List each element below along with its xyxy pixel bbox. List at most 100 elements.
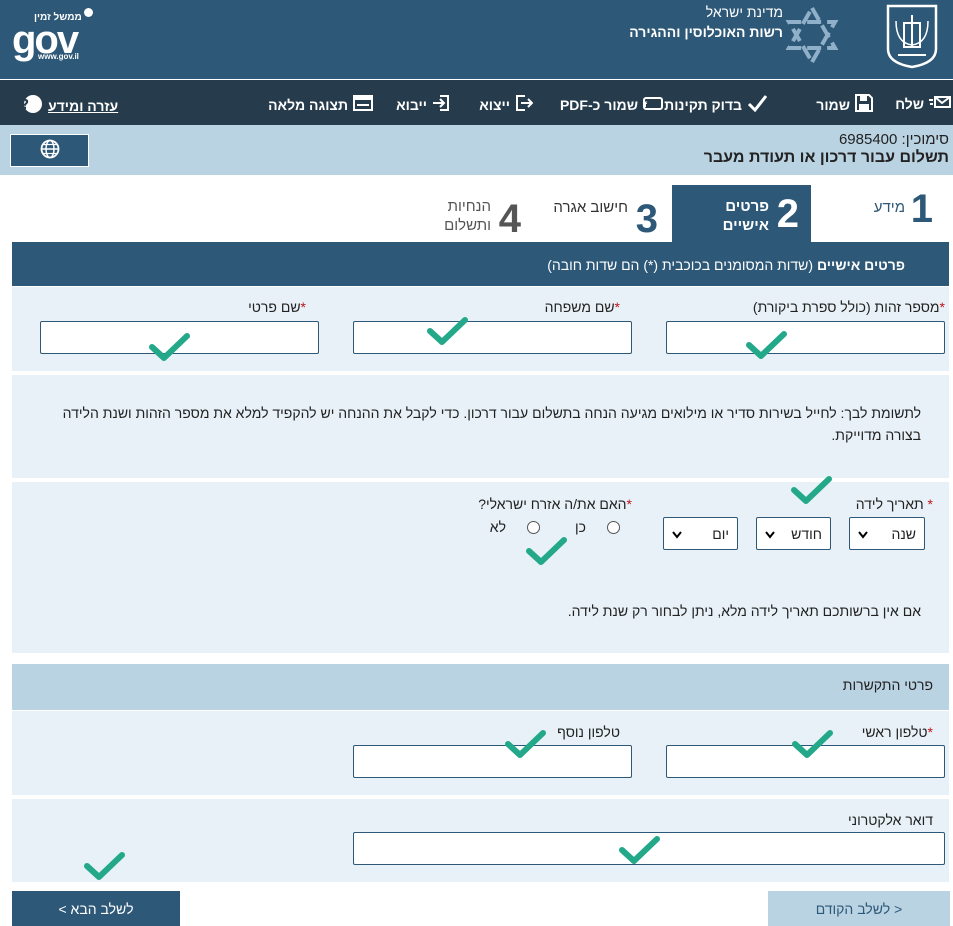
step-2[interactable]: 2 פרטים אישיים xyxy=(672,185,811,242)
send-icon xyxy=(929,94,951,113)
step-1-number: 1 xyxy=(910,187,933,231)
full-view-icon xyxy=(353,94,373,115)
birth-year-value: שנה xyxy=(891,525,916,542)
reference-line: סימוכין: 6985400 xyxy=(839,131,949,148)
step-1[interactable]: 1 מידע xyxy=(833,185,933,242)
site-header: מדינת ישראל רשות האוכלוסין וההגירה ממשל … xyxy=(0,0,953,79)
send-button[interactable]: שלח xyxy=(895,94,951,113)
reference-number: 6985400 xyxy=(838,131,898,148)
state-emblem-icon xyxy=(884,3,940,69)
export-label: ייצוא xyxy=(479,96,510,113)
step-2-number: 2 xyxy=(776,192,799,236)
last-name-input[interactable] xyxy=(353,321,632,354)
step-3-label: חישוב אגרה xyxy=(553,199,628,216)
email-panel: דואר אלקטרוני xyxy=(12,798,949,882)
contact-section-bar: פרטי התקשרות xyxy=(12,664,949,710)
full-view-label: תצוגה מלאה xyxy=(268,96,348,113)
globe-icon xyxy=(40,139,60,162)
step-3[interactable]: 3 חישוב אגרה xyxy=(543,185,658,242)
notice-panel: לתשומת לבך: לחייל בשירות סדיר או מילואים… xyxy=(12,374,949,478)
birth-month-value: חודש xyxy=(791,525,822,542)
personal-section-title: פרטים אישיים xyxy=(816,257,905,273)
birth-month-select[interactable]: חודש xyxy=(756,517,831,550)
email-input[interactable] xyxy=(353,832,945,865)
check-validity-label: בדוק תקינות xyxy=(664,96,742,113)
chevron-down-icon xyxy=(672,526,682,542)
export-icon xyxy=(515,94,534,115)
question-mark-icon: ? xyxy=(21,94,43,117)
reference-label: סימוכין: xyxy=(901,131,949,148)
header-titles: מדינת ישראל רשות האוכלוסין וההגירה xyxy=(629,2,783,42)
form-header: סימוכין: 6985400 תשלום עבור דרכון או תעו… xyxy=(0,125,953,175)
state-name: מדינת ישראל xyxy=(705,4,783,20)
full-view-button[interactable]: תצוגה מלאה xyxy=(268,94,373,115)
check-validity-button[interactable]: בדוק תקינות xyxy=(664,94,768,115)
citizen-yes-radio[interactable] xyxy=(607,521,620,534)
id-number-label: *מספר זהות (כולל ספרת ביקורת) xyxy=(752,299,945,315)
toolbar: שלח שמור בדוק תקינות pdf שמור כ-PDF ייצו… xyxy=(0,80,953,125)
gov-logo-dot-icon xyxy=(84,8,93,17)
step-4-label: הנחיות ותשלום xyxy=(444,198,491,234)
step-4[interactable]: 4 הנחיות ותשלום xyxy=(431,185,521,242)
export-button[interactable]: ייצוא xyxy=(479,94,534,115)
step-3-number: 3 xyxy=(635,197,658,241)
gov-logo-url: www.gov.il xyxy=(38,52,79,61)
birth-year-only-note: אם אין ברשותכם תאריך לידה מלא, ניתן לבחו… xyxy=(567,603,921,619)
prev-step-button[interactable]: < לשלב הקודם xyxy=(768,891,950,926)
personal-section-bar: פרטים אישיים (שדות המסומנים בכוכבית (*) … xyxy=(12,242,949,286)
chevron-down-icon xyxy=(858,526,868,542)
svg-text:pdf: pdf xyxy=(643,101,648,109)
language-button[interactable] xyxy=(10,134,89,167)
birth-panel: * תאריך לידה שנה חודש יום *האם את/ה אזרח… xyxy=(12,481,949,653)
birth-date-label: * תאריך לידה xyxy=(855,496,933,512)
step-2-label: פרטים אישיים xyxy=(722,198,769,234)
personal-section-heading: פרטים אישיים (שדות המסומנים בכוכבית (*) … xyxy=(547,257,905,273)
wizard-steps: 1 מידע 2 פרטים אישיים 3 חישוב אגרה 4 הנח… xyxy=(0,175,953,242)
first-name-label: *שם פרטי xyxy=(248,299,306,315)
extra-phone-input[interactable] xyxy=(353,745,632,778)
import-icon xyxy=(432,94,450,115)
gov-logo[interactable]: ממשל זמין gov www.gov.il xyxy=(12,6,94,64)
birth-day-select[interactable]: יום xyxy=(663,517,738,550)
import-button[interactable]: ייבוא xyxy=(396,94,450,115)
phones-panel: *טלפון ראשי טלפון נוסף xyxy=(12,710,949,795)
save-label: שמור xyxy=(816,96,850,113)
citizen-yes-label: כן xyxy=(575,519,586,535)
next-step-label: לשלב הבא > xyxy=(58,900,134,917)
citizen-no-radio[interactable] xyxy=(527,521,540,534)
send-label: שלח xyxy=(895,95,924,112)
soldier-discount-notice: לתשומת לבך: לחייל בשירות סדיר או מילואים… xyxy=(62,405,921,443)
step-4-number: 4 xyxy=(498,197,521,241)
citizen-question: *האם את/ה אזרח ישראלי? xyxy=(478,496,632,512)
contact-section-title: פרטי התקשרות xyxy=(842,677,933,693)
save-pdf-button[interactable]: pdf שמור כ-PDF xyxy=(560,94,663,115)
next-step-button[interactable]: לשלב הבא > xyxy=(12,891,180,926)
extra-phone-label: טלפון נוסף xyxy=(557,724,620,740)
checkmark-icon xyxy=(747,94,768,115)
svg-text:?: ? xyxy=(23,98,29,113)
main-phone-input[interactable] xyxy=(666,745,945,778)
citizen-no-label: לא xyxy=(489,519,506,535)
names-panel: *מספר זהות (כולל ספרת ביקורת) *שם משפחה … xyxy=(12,286,949,371)
prev-step-label: < לשלב הקודם xyxy=(815,900,903,917)
personal-section-note: (שדות המסומנים בכוכבית (*) הם שדות חובה) xyxy=(547,257,814,273)
main-phone-label: *טלפון ראשי xyxy=(861,724,933,740)
import-label: ייבוא xyxy=(396,96,427,113)
floppy-disk-icon xyxy=(855,94,873,115)
chevron-down-icon xyxy=(765,526,775,542)
last-name-label: *שם משפחה xyxy=(544,299,620,315)
help-label: עזרה ומידע xyxy=(48,97,119,114)
first-name-input[interactable] xyxy=(40,321,319,354)
email-label: דואר אלקטרוני xyxy=(848,812,933,828)
form-title: תשלום עבור דרכון או תעודת מעבר xyxy=(703,149,949,166)
id-number-input[interactable] xyxy=(666,321,945,354)
birth-day-value: יום xyxy=(712,525,729,542)
save-button[interactable]: שמור xyxy=(816,94,873,115)
save-pdf-label: שמור כ-PDF xyxy=(559,96,638,113)
pdf-icon: pdf xyxy=(634,94,663,115)
star-of-david-icon xyxy=(781,3,843,67)
step-1-label: מידע xyxy=(873,199,905,216)
birth-year-select[interactable]: שנה xyxy=(849,517,925,550)
help-link[interactable]: עזרה ומידע ? xyxy=(21,94,119,117)
authority-name: רשות האוכלוסין וההגירה xyxy=(629,24,783,40)
